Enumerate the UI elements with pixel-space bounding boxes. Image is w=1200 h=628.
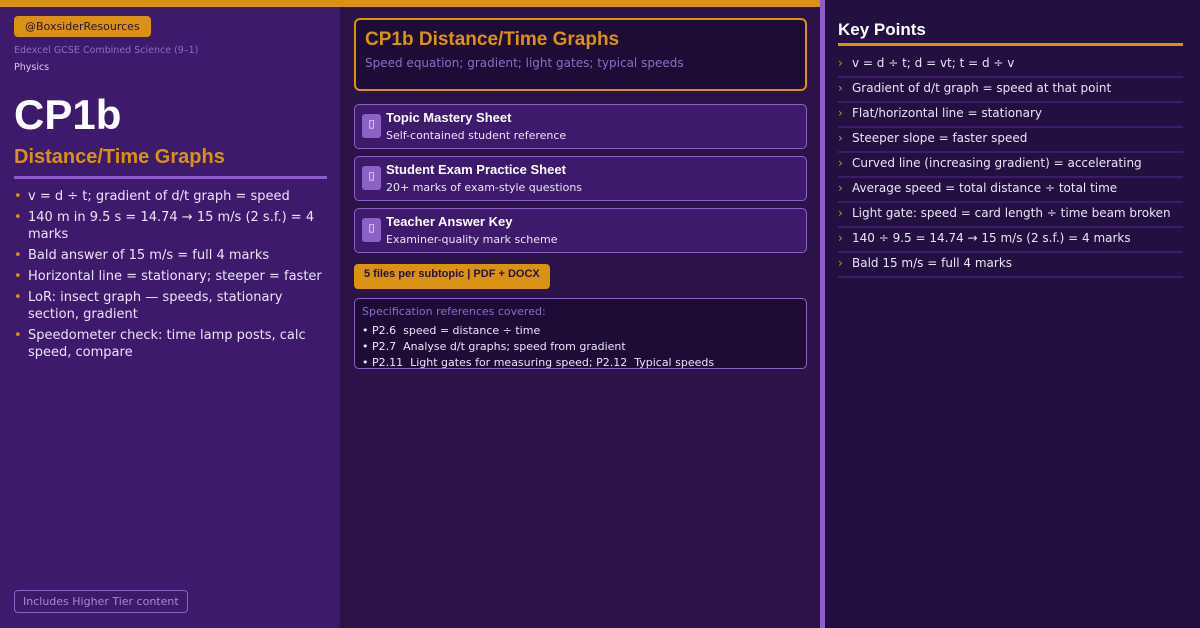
- key-point-item: › 140 ÷ 9.5 = 14.74 → 15 m/s (2 s.f.) = 4…: [838, 228, 1183, 253]
- key-point-item: › Gradient of d/t graph = speed at that p…: [838, 78, 1183, 103]
- summary-item: • Horizontal line = stationary; steeper =…: [14, 268, 327, 285]
- chevron-right-icon: ›: [838, 181, 843, 195]
- chevron-right-icon: ›: [838, 231, 843, 245]
- document-icon: ▯: [362, 114, 381, 138]
- summary-item-text: 140 m in 9.5 s = 14.74 → 15 m/s (2 s.f.)…: [28, 210, 315, 242]
- summary-item: • v = d ÷ t; gradient of d/t graph = spee…: [14, 188, 327, 205]
- spec-item: • P2.7 Analyse d/t graphs; speed from gr…: [362, 340, 626, 353]
- files-badge: 5 files per subtopic | PDF + DOCX: [354, 264, 550, 289]
- chevron-right-icon: ›: [838, 81, 843, 95]
- key-point-item: › Curved line (increasing gradient) = acc…: [838, 153, 1183, 178]
- key-point-item: › Flat/horizontal line = stationary: [838, 103, 1183, 128]
- middle-panel: CP1b Distance/Time Graphs Speed equation…: [340, 7, 820, 628]
- bullet-dot-icon: •: [14, 328, 22, 343]
- right-panel: Key Points › v = d ÷ t; d = vt; t = d ÷ v…: [825, 0, 1200, 628]
- document-icon: ▯: [362, 166, 381, 190]
- resource-description: 20+ marks of exam-style questions: [386, 181, 583, 194]
- summary-item: • LoR: insect graph — speeds, stationary …: [14, 289, 327, 323]
- key-point-text: Average speed = total distance ÷ total t…: [852, 181, 1118, 195]
- spec-item: • P2.11 Light gates for measuring speed;…: [362, 356, 715, 369]
- chevron-right-icon: ›: [838, 56, 843, 70]
- chevron-right-icon: ›: [838, 256, 843, 270]
- bullet-dot-icon: •: [14, 269, 22, 284]
- left-panel: @BoxsiderResources Edexcel GCSE Combined…: [0, 7, 340, 628]
- header-title: CP1b Distance/Time Graphs: [365, 29, 620, 50]
- summary-item-text: v = d ÷ t; gradient of d/t graph = speed: [28, 189, 290, 204]
- chevron-right-icon: ›: [838, 156, 843, 170]
- chevron-right-icon: ›: [838, 206, 843, 220]
- key-point-item: › v = d ÷ t; d = vt; t = d ÷ v: [838, 53, 1183, 78]
- summary-item: • 140 m in 9.5 s = 14.74 → 15 m/s (2 s.f.…: [14, 209, 327, 243]
- resource-title: Teacher Answer Key: [386, 214, 513, 229]
- resource-description: Examiner-quality mark scheme: [386, 233, 558, 246]
- chevron-right-icon: ›: [838, 106, 843, 120]
- topic-code: CP1b: [14, 91, 122, 138]
- top-accent-stripe: [0, 0, 820, 7]
- header-subtitle: Speed equation; gradient; light gates; t…: [365, 56, 684, 70]
- summary-item: • Bald answer of 15 m/s = full 4 marks: [14, 247, 327, 264]
- key-points-list: › v = d ÷ t; d = vt; t = d ÷ v › Gradient …: [838, 53, 1183, 278]
- summary-item: • Speedometer check: time lamp posts, cal…: [14, 327, 327, 361]
- spec-item: • P2.6 speed = distance ÷ time: [362, 324, 541, 337]
- topic-title: Distance/Time Graphs: [14, 146, 225, 168]
- key-point-text: Bald 15 m/s = full 4 marks: [852, 256, 1013, 270]
- key-point-text: Flat/horizontal line = stationary: [852, 106, 1043, 120]
- key-point-text: Light gate: speed = card length ÷ time b…: [852, 206, 1171, 220]
- subject-label: Physics: [14, 62, 50, 73]
- left-divider: [14, 176, 327, 179]
- key-point-text: Steeper slope = faster speed: [852, 131, 1028, 145]
- summary-item-text: Horizontal line = stationary; steeper = …: [28, 269, 322, 284]
- bullet-dot-icon: •: [14, 189, 22, 204]
- key-point-item: › Steeper slope = faster speed: [838, 128, 1183, 153]
- bullet-dot-icon: •: [14, 210, 22, 225]
- key-point-text: v = d ÷ t; d = vt; t = d ÷ v: [852, 56, 1015, 70]
- key-point-item: › Average speed = total distance ÷ total …: [838, 178, 1183, 203]
- document-icon: ▯: [362, 218, 381, 242]
- spec-references-card: Specification references covered: • P2.6…: [354, 298, 807, 369]
- summary-item-text: LoR: insect graph — speeds, stationary s…: [28, 290, 283, 322]
- summary-list: • v = d ÷ t; gradient of d/t graph = spee…: [14, 188, 327, 365]
- resource-card-answer-key[interactable]: ▯ Teacher Answer Key Examiner-quality ma…: [354, 208, 807, 253]
- key-point-text: Gradient of d/t graph = speed at that po…: [852, 81, 1112, 95]
- spec-heading: Specification references covered:: [362, 305, 546, 318]
- header-card: CP1b Distance/Time Graphs Speed equation…: [354, 18, 807, 91]
- resource-title: Student Exam Practice Sheet: [386, 162, 566, 177]
- key-point-text: 140 ÷ 9.5 = 14.74 → 15 m/s (2 s.f.) = 4 …: [852, 231, 1131, 245]
- summary-item-text: Bald answer of 15 m/s = full 4 marks: [28, 248, 270, 263]
- resource-card-exam-practice[interactable]: ▯ Student Exam Practice Sheet 20+ marks …: [354, 156, 807, 201]
- summary-item-text: Speedometer check: time lamp posts, calc…: [28, 328, 306, 360]
- handle-badge[interactable]: @BoxsiderResources: [14, 16, 151, 37]
- key-points-underline: [838, 43, 1183, 46]
- bullet-dot-icon: •: [14, 248, 22, 263]
- resource-card-topic-mastery[interactable]: ▯ Topic Mastery Sheet Self-contained stu…: [354, 104, 807, 149]
- exam-board-label: Edexcel GCSE Combined Science (9–1): [14, 45, 199, 56]
- spec-list: • P2.6 speed = distance ÷ time • P2.7 An…: [362, 323, 714, 371]
- higher-tier-badge: Includes Higher Tier content: [14, 590, 188, 613]
- key-point-text: Curved line (increasing gradient) = acce…: [852, 156, 1142, 170]
- key-point-item: › Light gate: speed = card length ÷ time …: [838, 203, 1183, 228]
- bullet-dot-icon: •: [14, 290, 22, 305]
- key-points-heading: Key Points: [838, 20, 926, 39]
- resource-title: Topic Mastery Sheet: [386, 110, 512, 125]
- chevron-right-icon: ›: [838, 131, 843, 145]
- key-point-item: › Bald 15 m/s = full 4 marks: [838, 253, 1183, 278]
- resource-description: Self-contained student reference: [386, 129, 567, 142]
